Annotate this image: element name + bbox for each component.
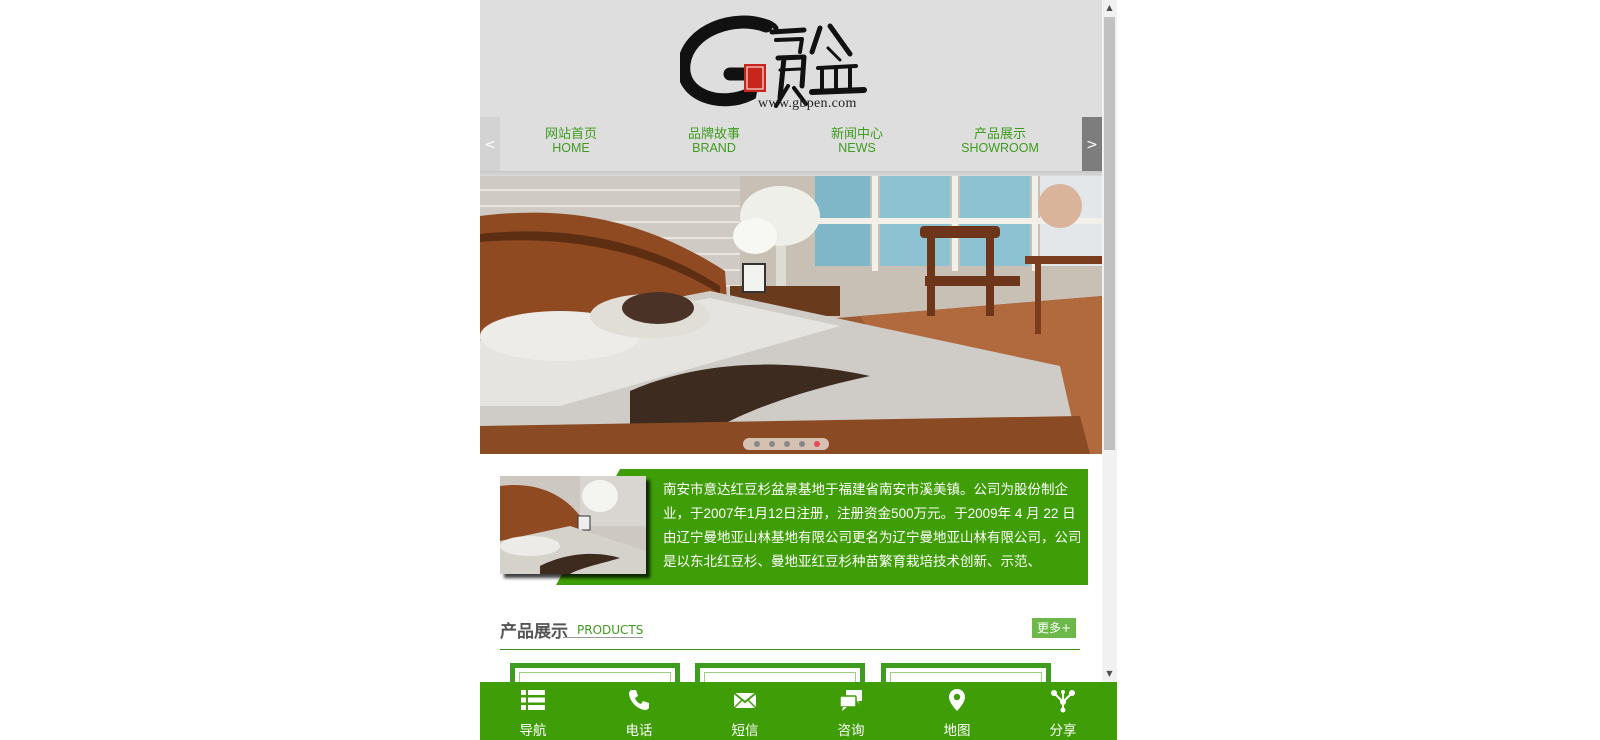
logo-url-text: www.gbpen.com	[758, 96, 857, 111]
about-description: 南安市意达红豆杉盆景基地于福建省南安市溪美镇。公司为股份制企业，于2007年1月…	[663, 482, 1082, 569]
share-icon	[1051, 690, 1075, 713]
bottom-action-bar: 导航 电话 短信 咨询 地图 分享	[480, 682, 1117, 740]
bottom-nav-label: 地图	[943, 723, 971, 738]
scrollbar-thumb[interactable]	[1104, 17, 1115, 450]
products-subtitle: PRODUCTS	[563, 623, 644, 638]
bottom-nav-map[interactable]: 地图	[904, 682, 1010, 740]
page-content: www.gbpen.com < 网站首页 HOME 品牌故事 BRAND 新闻中…	[480, 0, 1102, 740]
carousel-dot[interactable]	[799, 441, 805, 447]
bottom-nav-share[interactable]: 分享	[1010, 682, 1116, 740]
nav-item-label: 产品展示	[973, 126, 1026, 141]
carousel-dots	[743, 438, 829, 450]
nav-item-label: 新闻中心	[830, 126, 883, 141]
bottom-nav-consult[interactable]: 咨询	[798, 682, 904, 740]
bottom-nav-sms[interactable]: 短信	[692, 682, 798, 740]
about-thumbnail-image	[500, 476, 646, 574]
envelope-icon	[733, 692, 757, 709]
nav-prev-button[interactable]: <	[480, 117, 500, 173]
about-section: 南安市意达红豆杉盆景基地于福建省南安市溪美镇。公司为股份制企业，于2007年1月…	[500, 469, 1088, 585]
nav-item-en-label: HOME	[552, 141, 590, 155]
products-header: 产品展示 PRODUCTS 更多+	[500, 617, 1080, 650]
nav-item-brand[interactable]: 品牌故事 BRAND	[654, 126, 774, 156]
nav-item-en-label: SHOWROOM	[961, 141, 1039, 155]
nav-item-label: 品牌故事	[687, 126, 740, 141]
nav-item-label: 网站首页	[544, 126, 597, 141]
map-marker-icon	[949, 689, 965, 711]
more-button[interactable]: 更多+	[1032, 618, 1076, 638]
mobile-site-frame: www.gbpen.com < 网站首页 HOME 品牌故事 BRAND 新闻中…	[480, 0, 1117, 740]
list-icon	[521, 690, 545, 710]
nav-item-en-label: BRAND	[692, 141, 736, 155]
vertical-scrollbar[interactable]: ▲ ▼	[1102, 0, 1117, 682]
carousel-dot[interactable]	[784, 441, 790, 447]
main-nav: < 网站首页 HOME 品牌故事 BRAND 新闻中心 NEWS 产品展示 SH…	[480, 117, 1102, 173]
nav-item-home[interactable]: 网站首页 HOME	[511, 126, 631, 156]
bottom-nav-label: 咨询	[837, 723, 865, 738]
nav-next-button[interactable]: >	[1082, 117, 1102, 173]
bottom-nav-label: 分享	[1049, 723, 1077, 738]
chat-icon	[839, 690, 862, 711]
site-header: www.gbpen.com < 网站首页 HOME 品牌故事 BRAND 新闻中…	[480, 0, 1102, 177]
nav-item-en-label: NEWS	[838, 141, 876, 155]
carousel-dot-active[interactable]	[814, 441, 820, 447]
products-title: 产品展示	[500, 622, 568, 641]
carousel-dot[interactable]	[769, 441, 775, 447]
hero-banner[interactable]	[480, 176, 1102, 454]
nav-item-showroom[interactable]: 产品展示 SHOWROOM	[940, 126, 1060, 156]
bottom-nav-menu[interactable]: 导航	[480, 682, 586, 740]
bottom-nav-label: 导航	[519, 723, 547, 738]
carousel-dot[interactable]	[754, 441, 760, 447]
bottom-nav-phone[interactable]: 电话	[586, 682, 692, 740]
nav-item-news[interactable]: 新闻中心 NEWS	[797, 126, 917, 156]
scroll-down-arrow-icon[interactable]: ▼	[1102, 666, 1117, 682]
bottom-nav-label: 电话	[625, 723, 653, 738]
banner-image	[480, 176, 1102, 454]
phone-icon	[629, 690, 649, 710]
bottom-nav-label: 短信	[731, 723, 759, 738]
about-thumbnail[interactable]	[500, 476, 646, 574]
scroll-up-arrow-icon[interactable]: ▲	[1102, 0, 1117, 16]
